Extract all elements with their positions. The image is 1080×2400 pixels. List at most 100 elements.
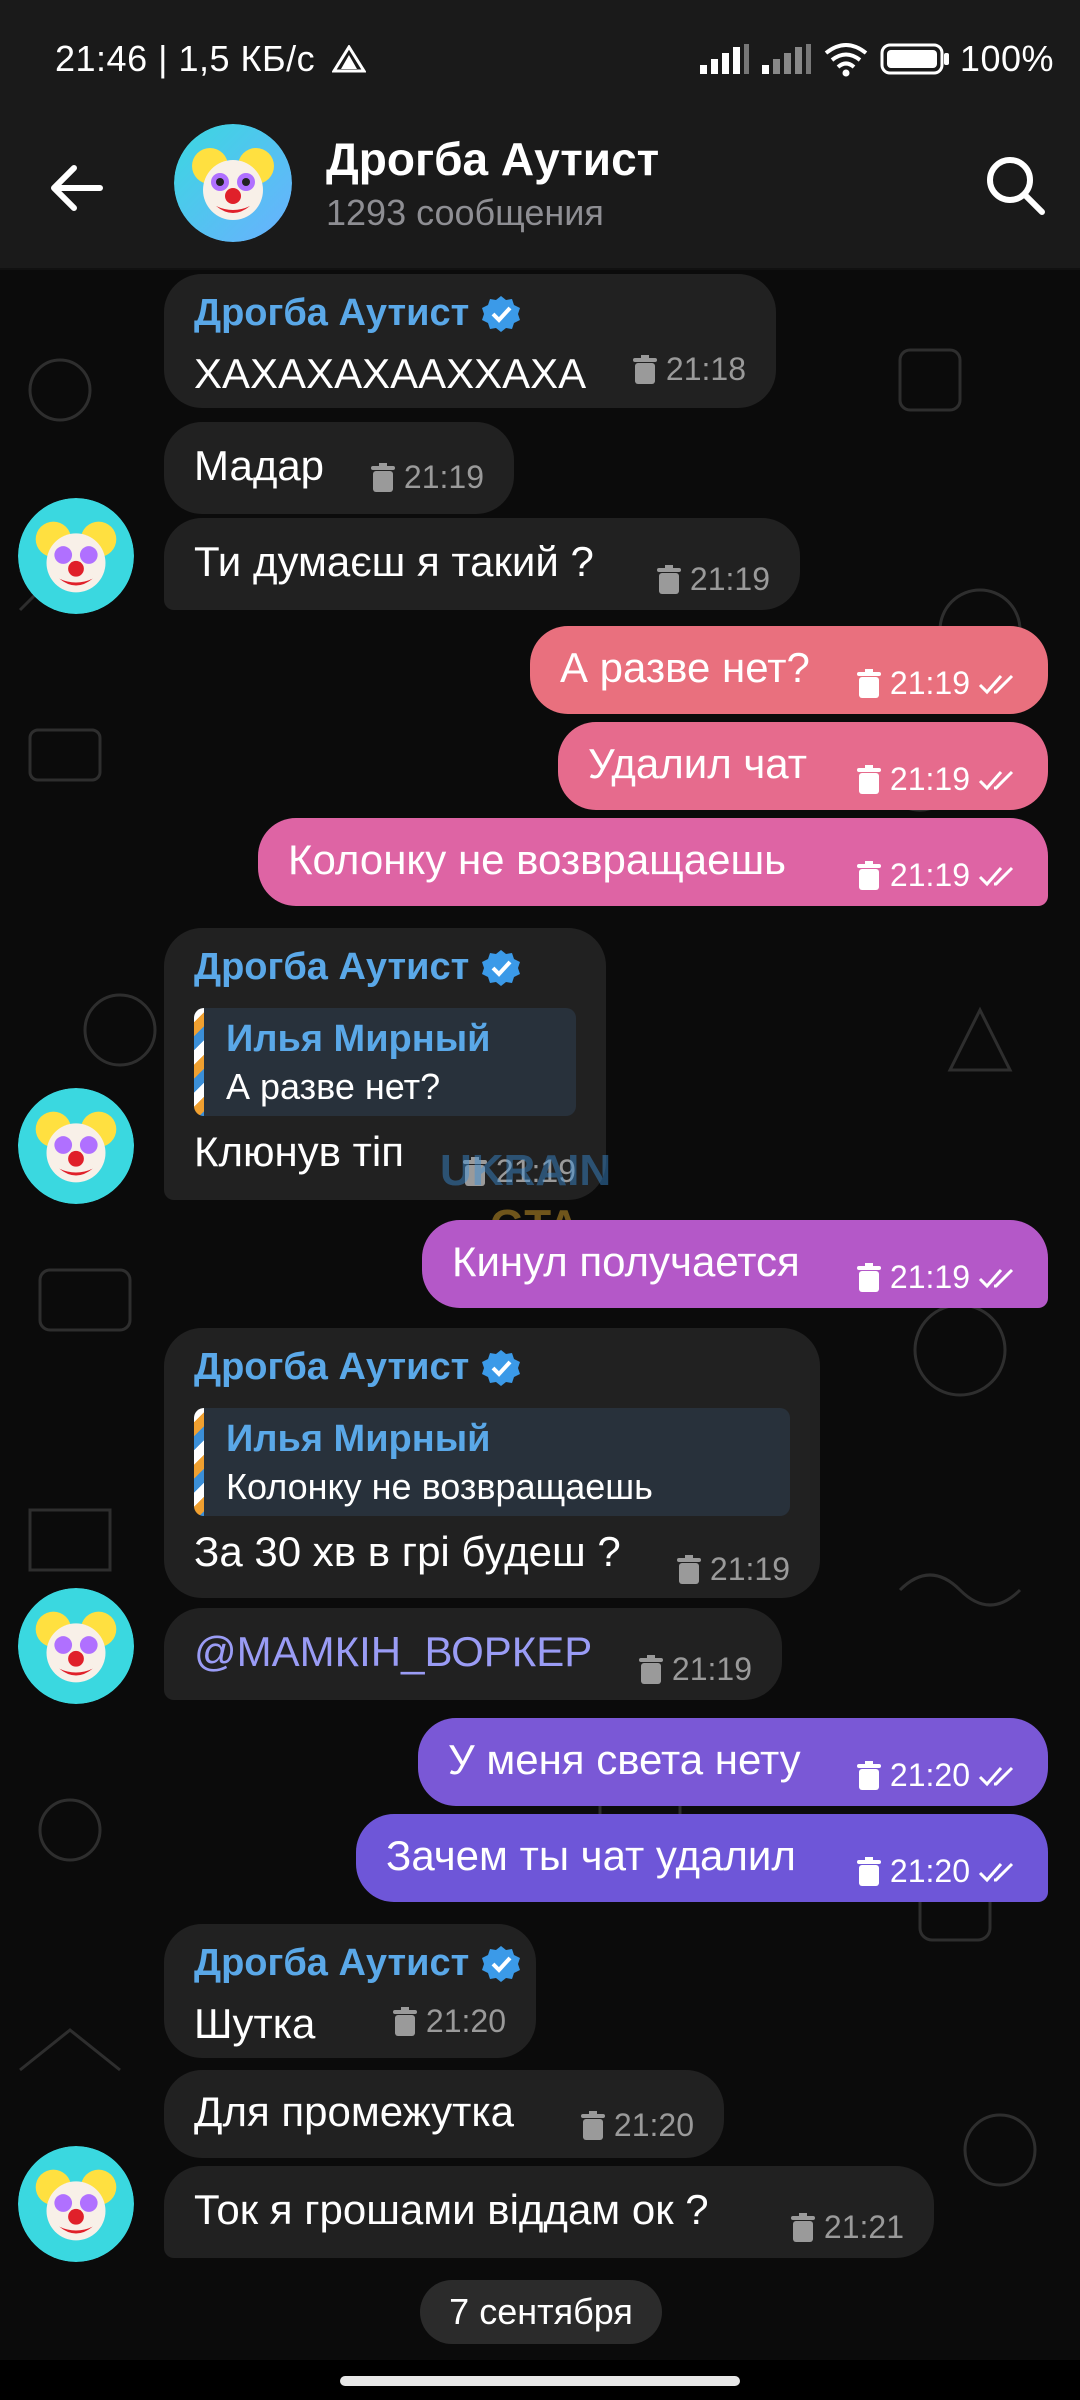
signal-icon	[699, 44, 749, 74]
message-text: А разве нет?	[560, 644, 810, 691]
message-bubble-outgoing[interactable]: Кинул получается 21:19	[422, 1220, 1048, 1308]
navigation-bar	[0, 2360, 1080, 2400]
trash-icon	[856, 1262, 881, 1292]
message-meta: 21:20	[392, 2003, 506, 2040]
svg-text:UKRAIN: UKRAIN	[440, 1146, 611, 1195]
sender-name[interactable]: Дрогба Аутист	[194, 946, 521, 989]
reply-sender: Илья Мирный	[226, 1018, 491, 1060]
status-time-speed: 21:46 | 1,5 КБ/с	[55, 38, 367, 80]
trash-icon	[632, 354, 657, 384]
trash-icon	[856, 764, 881, 794]
clown-avatar-icon	[18, 2146, 134, 2262]
chat-header: Дрогба Аутист 1293 сообщения	[0, 100, 1080, 270]
message-meta: 21:20	[856, 1757, 1018, 1794]
sender-avatar[interactable]	[18, 1588, 134, 1704]
message-meta: 21:19	[856, 857, 1018, 894]
message-meta: 21:18	[632, 351, 746, 388]
verified-badge-icon	[482, 295, 521, 332]
trash-icon	[856, 1856, 881, 1886]
trash-icon	[638, 1654, 663, 1684]
chat-avatar[interactable]	[174, 124, 292, 242]
battery-icon	[880, 43, 949, 75]
trash-icon	[856, 860, 881, 890]
status-icons: 100%	[698, 38, 1054, 80]
reply-text: А разве нет?	[226, 1066, 441, 1107]
message-text: Кинул получается	[452, 1238, 800, 1285]
trash-icon	[580, 2110, 605, 2140]
reply-accent-bar	[194, 1008, 204, 1116]
double-check-icon	[978, 770, 1014, 790]
message-text: Зачем ты чат удалил	[386, 1832, 796, 1879]
message-bubble-outgoing[interactable]: Колонку не возвращаешь 21:19	[258, 818, 1048, 906]
reply-preview[interactable]: Илья Мирный Колонку не возвращаешь	[194, 1408, 790, 1516]
message-text: Шутка	[194, 2000, 316, 2047]
trash-icon	[856, 668, 881, 698]
message-text: Ток я грошами віддам ок ?	[194, 2186, 709, 2233]
message-bubble-incoming[interactable]: Ти думаєш я такий ? 21:19	[164, 518, 800, 610]
trash-icon	[392, 2006, 417, 2036]
message-meta: 21:19	[656, 561, 770, 598]
home-gesture-bar[interactable]	[340, 2376, 740, 2386]
message-bubble-outgoing[interactable]: Удалил чат 21:19	[558, 722, 1048, 810]
message-time: 21:20	[889, 1757, 970, 1793]
signal-icon-2	[761, 44, 811, 74]
battery-text: 100%	[959, 38, 1054, 79]
message-text: Клюнув тіп	[194, 1128, 404, 1175]
trash-icon	[370, 462, 395, 492]
message-time: 21:20	[613, 2107, 694, 2143]
message-count: 1293 сообщения	[326, 192, 604, 233]
message-time: 21:21	[823, 2209, 904, 2245]
message-meta: 21:19	[370, 459, 484, 496]
sender-avatar[interactable]	[18, 2146, 134, 2262]
sender-avatar[interactable]	[18, 498, 134, 614]
message-time: 21:19	[889, 665, 970, 701]
message-meta: 21:20	[580, 2107, 694, 2144]
date-separator: 7 сентября	[420, 2280, 662, 2344]
message-text: Мадар	[194, 442, 325, 489]
back-arrow-icon[interactable]	[40, 152, 112, 224]
message-meta: 21:19	[856, 1259, 1018, 1296]
message-bubble-outgoing[interactable]: У меня света нету 21:20	[418, 1718, 1048, 1806]
message-bubble-outgoing[interactable]: Зачем ты чат удалил 21:20	[356, 1814, 1048, 1902]
message-bubble-incoming[interactable]: Дрогба Аутист Шутка 21:20	[164, 1924, 536, 2058]
sender-avatar[interactable]	[18, 1088, 134, 1204]
message-time: 21:20	[425, 2003, 506, 2039]
mention-link[interactable]: @МАМКІН_ВОРКЕР	[194, 1628, 592, 1676]
message-bubble-incoming[interactable]: Дрогба Аутист ХАХАХАХААХХАХА 21:18	[164, 274, 776, 408]
message-meta: 21:19	[856, 665, 1018, 702]
clown-avatar-icon	[18, 1088, 134, 1204]
double-check-icon	[978, 674, 1014, 694]
clown-avatar-icon	[18, 1588, 134, 1704]
message-list[interactable]: Дрогба Аутист ХАХАХАХААХХАХА 21:18 Мадар…	[0, 270, 1080, 2360]
verified-badge-icon	[482, 949, 521, 986]
sender-name[interactable]: Дрогба Аутист	[194, 1942, 521, 1985]
verified-badge-icon	[482, 1945, 521, 1982]
sender-name[interactable]: Дрогба Аутист	[194, 1346, 521, 1389]
trash-icon	[856, 1760, 881, 1790]
double-check-icon	[978, 1862, 1014, 1882]
message-meta: 21:20	[856, 1853, 1018, 1890]
message-bubble-incoming[interactable]: Дрогба Аутист Илья Мирный Колонку не воз…	[164, 1328, 820, 1598]
message-bubble-incoming[interactable]: Ток я грошами віддам ок ? 21:21	[164, 2166, 934, 2258]
search-icon[interactable]	[980, 150, 1050, 220]
message-time: 21:20	[889, 1853, 970, 1889]
message-text: Удалил чат	[588, 740, 807, 787]
message-time: 21:18	[665, 351, 746, 387]
message-meta: 21:19	[856, 761, 1018, 798]
sender-name[interactable]: Дрогба Аутист	[194, 292, 521, 335]
message-bubble-incoming[interactable]: @МАМКІН_ВОРКЕР 21:19	[164, 1608, 782, 1700]
message-time: 21:19	[403, 459, 484, 495]
message-time: 21:19	[689, 561, 770, 597]
message-bubble-incoming[interactable]: Для промежутка 21:20	[164, 2070, 724, 2158]
reply-text: Колонку не возвращаешь	[226, 1466, 653, 1507]
message-meta: 21:19	[676, 1551, 790, 1588]
message-bubble-incoming[interactable]: Мадар 21:19	[164, 422, 514, 514]
message-bubble-outgoing[interactable]: А разве нет? 21:19	[530, 626, 1048, 714]
reply-sender: Илья Мирный	[226, 1418, 491, 1460]
clown-avatar-icon	[174, 124, 292, 242]
reply-preview[interactable]: Илья Мирный А разве нет?	[194, 1008, 576, 1116]
chat-title[interactable]: Дрогба Аутист	[326, 132, 659, 186]
message-meta: 21:19	[638, 1651, 752, 1688]
message-text: Ти думаєш я такий ?	[194, 538, 594, 585]
message-time: 21:19	[889, 1259, 970, 1295]
